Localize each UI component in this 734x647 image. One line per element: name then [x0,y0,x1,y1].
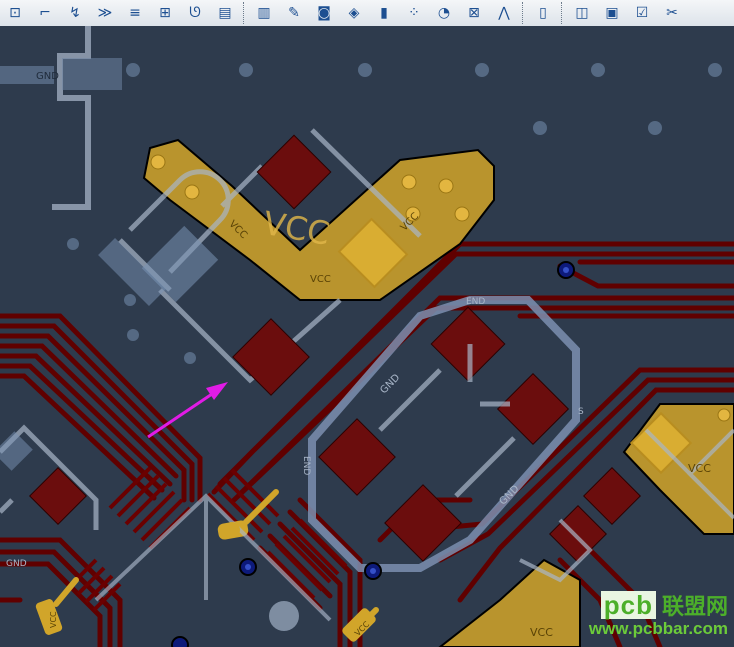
tools-more-icon: ✂ [666,5,678,21]
measure-icon: ◔ [437,5,451,21]
checklist-button[interactable]: ☑ [631,2,653,24]
vcc-label-bottom: VCC [530,626,553,639]
via-array-icon: ⊞ [159,5,171,21]
track-icon: ⌐ [39,5,51,21]
camera-icon: ◙ [317,5,331,21]
checklist-icon: ☑ [635,5,649,21]
grid-icon: ⁘ [408,5,420,21]
gnd-label-top: GND [36,71,59,82]
pcb-canvas[interactable]: GND VCC VCC VCC VCC GND GND END END S GN… [0,26,734,647]
toolbar: ⊡ ⌐ ↯ ≫ ≡ ⊞ ᘎ ▤ ▥ ✎ ◙ ◈ ▮ ⁘ ◔ ⊠ ⋀ ▯ ◫ ▣ ☑ ✂ [0,0,734,27]
board-icon: ▣ [605,5,619,21]
library-icon: ▥ [257,5,271,21]
vcc-label-a: VCC [310,274,331,285]
via-right-a [717,408,731,422]
net-icon: ⋀ [498,5,510,21]
route-icon: ↯ [69,5,81,21]
end-label-left: END [301,456,311,475]
camera-button[interactable]: ◙ [313,2,335,24]
documents-button[interactable]: ▯ [532,2,554,24]
diff-pair-button[interactable]: ≫ [94,2,116,24]
end-label-top: END [466,297,485,307]
board-button[interactable]: ▣ [601,2,623,24]
vcc-label-right: VCC [688,462,711,475]
bus-icon: ≡ [129,5,141,21]
gnd-label-left-bottom: GND [6,559,27,569]
s-label: S [578,407,584,417]
grid-button[interactable]: ⁘ [403,2,425,24]
measure-button[interactable]: ◔ [433,2,455,24]
place-component-button[interactable]: ⊡ [4,2,26,24]
layers-button[interactable]: ▮ [373,2,395,24]
bus-route-button[interactable]: ≡ [124,2,146,24]
library-button[interactable]: ▥ [253,2,275,24]
net-route-button[interactable]: ⋀ [493,2,515,24]
place-arc-button[interactable]: ᘎ [184,2,206,24]
component-grid-icon: ⊠ [468,5,480,21]
speaker-icon: ◈ [348,5,360,21]
place-track-button[interactable]: ⌐ [34,2,56,24]
book-button[interactable]: ◫ [571,2,593,24]
speaker-button[interactable]: ◈ [343,2,365,24]
toolbar-separator [522,2,525,24]
arc-icon: ᘎ [189,5,201,21]
place-via-button[interactable]: ⊞ [154,2,176,24]
layer-icon: ▮ [380,5,388,21]
place-component-icon: ⊡ [9,5,21,21]
place-string-button[interactable]: ▤ [214,2,236,24]
interactive-route-button[interactable]: ↯ [64,2,86,24]
diff-pair-icon: ≫ [97,5,113,21]
toolbar-separator [243,2,246,24]
mounting-hole [269,601,299,631]
wrench-icon: ✎ [288,5,300,21]
book-icon: ◫ [575,5,589,21]
string-icon: ▤ [218,5,232,21]
document-icon: ▯ [539,5,547,21]
gnd-pad-right [62,58,122,90]
component-grid-button[interactable]: ⊠ [463,2,485,24]
toolbar-separator [561,2,564,24]
small-copper-via [224,522,240,538]
vcc-label-small-a: VCC [49,611,58,628]
tools-button[interactable]: ✎ [283,2,305,24]
more-tools-button[interactable]: ✂ [661,2,683,24]
